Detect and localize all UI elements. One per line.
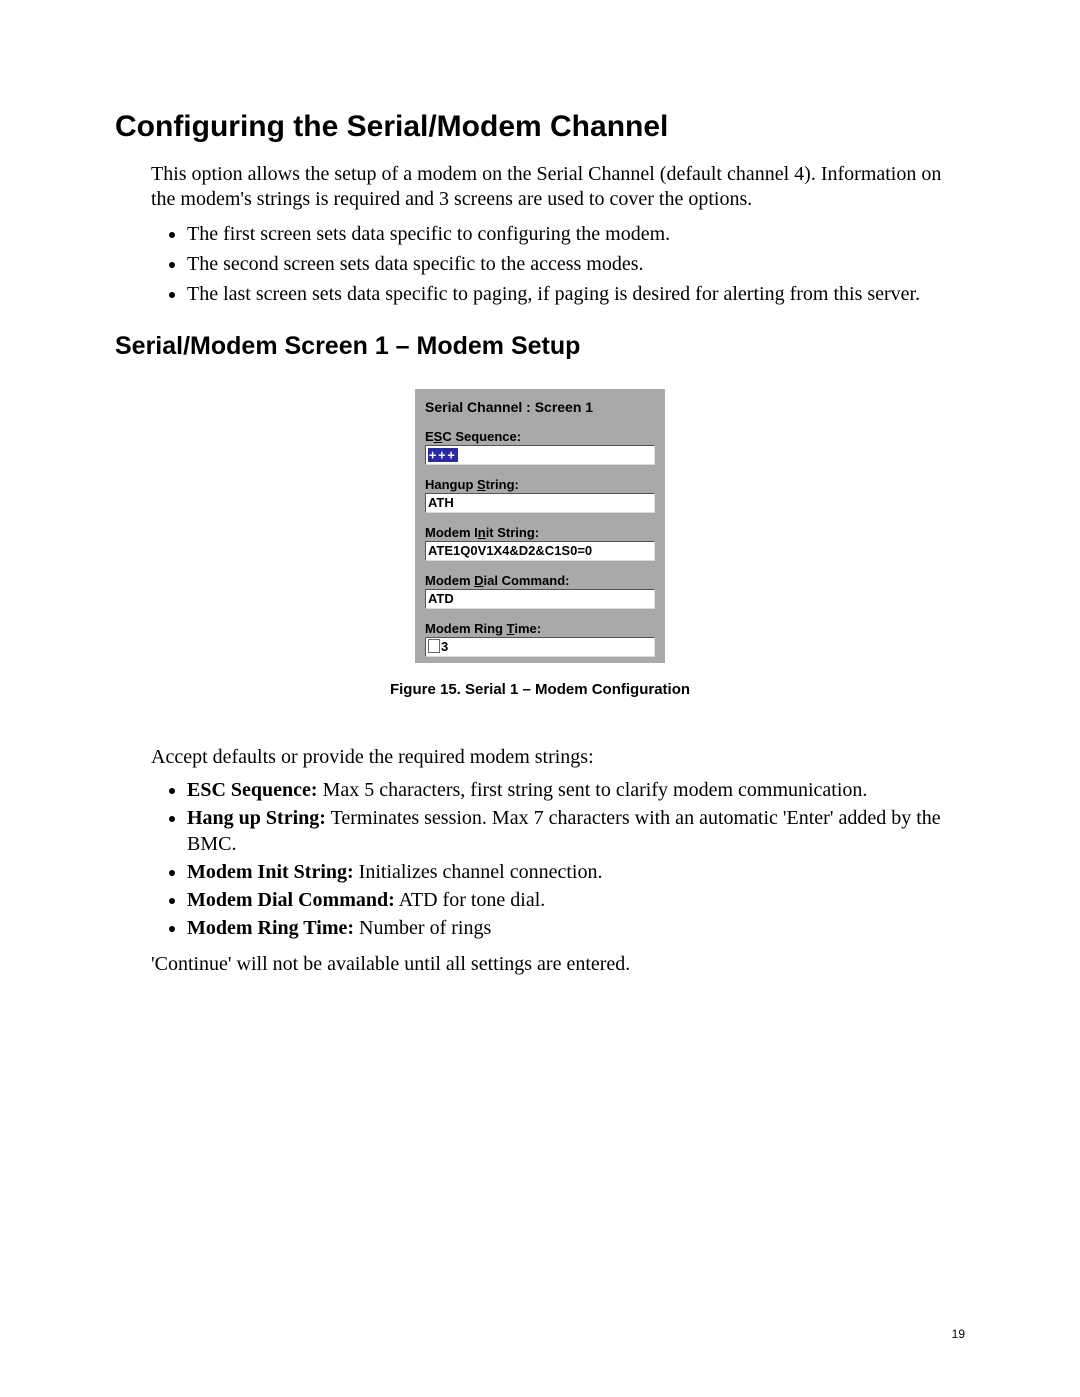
label-text: ime: (514, 621, 541, 636)
list-item: The first screen sets data specific to c… (187, 220, 965, 248)
label-text: Modem Ring (425, 621, 507, 636)
list-item: The last screen sets data specific to pa… (187, 280, 965, 308)
label-modem-init-string: Modem Init String: (425, 525, 655, 540)
intro-bullet-list: The first screen sets data specific to c… (151, 220, 965, 308)
heading-main: Configuring the Serial/Modem Channel (115, 110, 965, 144)
label-text: E (425, 429, 434, 444)
term-desc: Initializes channel connection. (354, 861, 603, 883)
label-text: ial Command: (484, 573, 570, 588)
label-modem-dial-command: Modem Dial Command: (425, 573, 655, 588)
continue-note: 'Continue' will not be available until a… (151, 953, 965, 976)
label-hangup-string: Hangup String: (425, 477, 655, 492)
label-text: C Sequence: (442, 429, 521, 444)
page-number: 19 (952, 1327, 965, 1341)
input-esc-sequence[interactable]: +++ (425, 445, 655, 465)
field-modem-init-string: Modem Init String: ATE1Q0V1X4&D2&C1S0=0 (425, 525, 655, 561)
label-modem-ring-time: Modem Ring Time: (425, 621, 655, 636)
page-content: Configuring the Serial/Modem Channel Thi… (0, 0, 1080, 976)
input-modem-init-string[interactable]: ATE1Q0V1X4&D2&C1S0=0 (425, 541, 655, 561)
field-hangup-string: Hangup String: ATH (425, 477, 655, 513)
label-text: Modem I (425, 525, 478, 540)
field-modem-ring-time: Modem Ring Time: 3 (425, 621, 655, 657)
term: Modem Dial Command: (187, 889, 395, 911)
label-hotkey: D (474, 573, 483, 588)
label-text: it String: (486, 525, 539, 540)
input-hangup-string[interactable]: ATH (425, 493, 655, 513)
field-esc-sequence: ESC Sequence: +++ (425, 429, 655, 465)
input-modem-dial-command[interactable]: ATD (425, 589, 655, 609)
list-item: ESC Sequence: Max 5 characters, first st… (187, 777, 965, 803)
input-value: +++ (428, 448, 458, 462)
dialog-title: Serial Channel : Screen 1 (425, 399, 655, 415)
term-desc: Number of rings (354, 917, 491, 939)
definitions-list: ESC Sequence: Max 5 characters, first st… (151, 777, 965, 941)
label-text: Hangup (425, 477, 477, 492)
accept-defaults-line: Accept defaults or provide the required … (151, 746, 965, 769)
list-item: Hang up String: Terminates session. Max … (187, 805, 965, 857)
input-modem-ring-time[interactable]: 3 (425, 637, 655, 657)
label-esc-sequence: ESC Sequence: (425, 429, 655, 444)
term: Hang up String: (187, 807, 326, 829)
term: Modem Init String: (187, 861, 354, 883)
serial-channel-dialog: Serial Channel : Screen 1 ESC Sequence: … (415, 389, 665, 663)
label-hotkey: S (477, 477, 486, 492)
field-modem-dial-command: Modem Dial Command: ATD (425, 573, 655, 609)
list-item: Modem Dial Command: ATD for tone dial. (187, 887, 965, 913)
dialog-figure: Serial Channel : Screen 1 ESC Sequence: … (115, 389, 965, 663)
list-item: Modem Init String: Initializes channel c… (187, 859, 965, 885)
list-item: The second screen sets data specific to … (187, 250, 965, 278)
heading-sub: Serial/Modem Screen 1 – Modem Setup (115, 332, 965, 361)
list-item: Modem Ring Time: Number of rings (187, 915, 965, 941)
term-desc: ATD for tone dial. (395, 889, 546, 911)
label-text: tring: (486, 477, 519, 492)
figure-caption: Figure 15. Serial 1 – Modem Configuratio… (115, 681, 965, 698)
intro-paragraph: This option allows the setup of a modem … (151, 162, 965, 212)
label-hotkey: n (478, 525, 486, 540)
label-text: Modem (425, 573, 474, 588)
term-desc: Max 5 characters, first string sent to c… (318, 779, 868, 801)
term: ESC Sequence: (187, 779, 318, 801)
term: Modem Ring Time: (187, 917, 354, 939)
